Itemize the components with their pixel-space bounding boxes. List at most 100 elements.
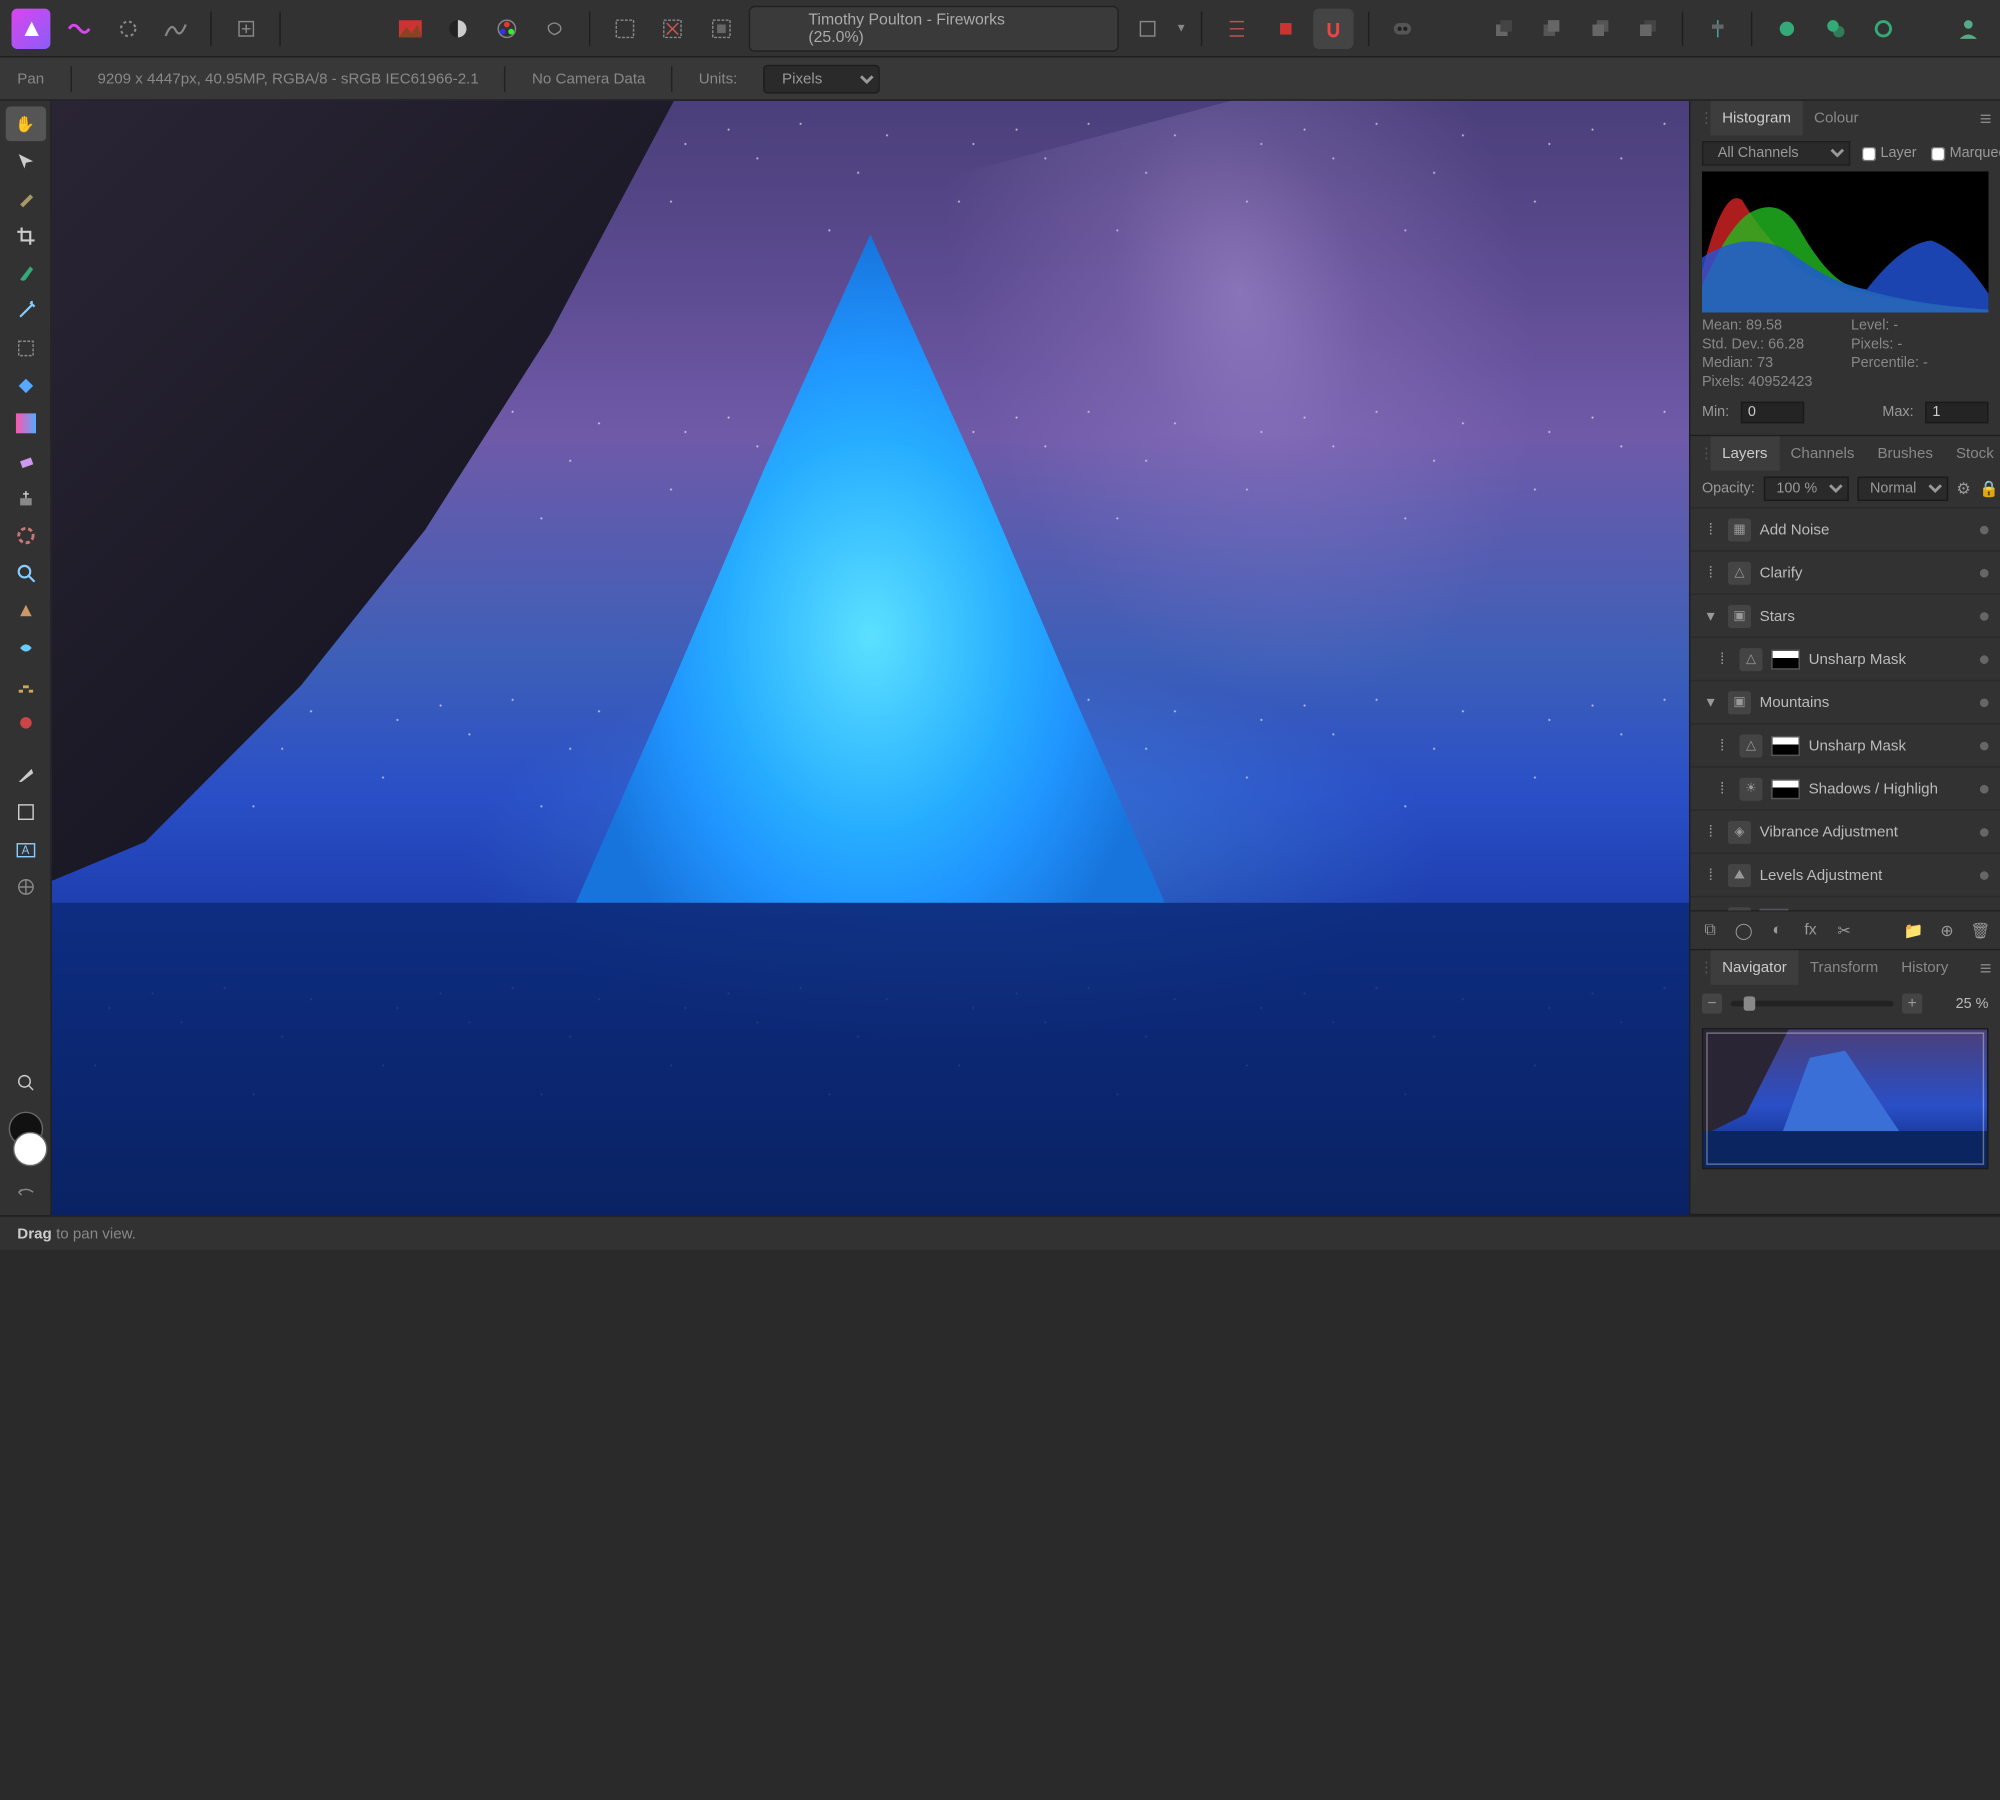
layer-mask-thumbnail[interactable] (1771, 778, 1800, 798)
heal-tool-icon[interactable] (5, 518, 45, 553)
arrange-backward-icon[interactable] (1531, 8, 1571, 48)
tab-histogram[interactable]: Histogram (1711, 101, 1803, 136)
units-select[interactable]: Pixels (763, 64, 880, 93)
layer-row[interactable]: ⁞⛰Levels Adjustment (1690, 852, 2000, 895)
mask-icon[interactable]: ◯ (1733, 917, 1755, 943)
adjustment-icon[interactable]: ◐ (1766, 917, 1788, 943)
tab-brushes[interactable]: Brushes (1866, 436, 1945, 471)
zoom-value[interactable]: 25 % (1931, 996, 1989, 1012)
zoom-in-button[interactable]: + (1902, 994, 1922, 1014)
zoom-out-button[interactable]: − (1702, 994, 1722, 1014)
layer-mask-thumbnail[interactable] (1771, 649, 1800, 669)
mesh-tool-icon[interactable] (5, 870, 45, 905)
layer-row[interactable]: ⁞△Unsharp Mask (1690, 636, 2000, 679)
tab-history[interactable]: History (1890, 950, 1960, 985)
fx-icon[interactable]: fx (1800, 917, 1822, 943)
tab-colour[interactable]: Colour (1803, 101, 1871, 136)
layer-row[interactable]: ⁞☀Shadows / Highligh (1690, 766, 2000, 809)
histogram-marquee-checkbox[interactable]: Marquee (1931, 145, 2000, 161)
quick-mask-icon[interactable] (1127, 8, 1167, 48)
image-mode-icon[interactable] (391, 8, 431, 48)
chevron-down-icon[interactable]: ▾ (1702, 607, 1719, 624)
wand-tool-icon[interactable] (5, 294, 45, 329)
layer-row[interactable]: ⁞△Clarify (1690, 550, 2000, 593)
tab-stock[interactable]: Stock (1944, 436, 2000, 471)
layer-visibility-icon[interactable]: ⁞ (1713, 780, 1730, 797)
layer-lock-icon[interactable]: 🔒 (1979, 479, 1999, 498)
text-tool-icon[interactable]: A (5, 832, 45, 867)
export-persona-icon[interactable] (226, 8, 266, 48)
chevron-down-icon[interactable]: ▾ (1702, 693, 1719, 710)
tab-channels[interactable]: Channels (1779, 436, 1866, 471)
layer-row[interactable]: ⁞△Unsharp Mask (1690, 723, 2000, 766)
assistant-icon[interactable] (1383, 8, 1423, 48)
add-layer-icon[interactable]: ⊕ (1936, 917, 1958, 943)
levels-tool-icon[interactable] (5, 668, 45, 703)
hand-tool-icon[interactable]: ✋ (5, 107, 45, 142)
layer-add-icon[interactable] (1767, 8, 1807, 48)
account-icon[interactable] (1949, 8, 1989, 48)
red-eye-tool-icon[interactable] (5, 706, 45, 741)
arrange-front-icon[interactable] (1628, 8, 1668, 48)
layer-row[interactable]: ⁞▢Panorama (1690, 896, 2000, 910)
opacity-select[interactable]: 100 % (1763, 477, 1848, 501)
gradient-tool-icon[interactable] (5, 406, 45, 441)
panel-drag-icon[interactable]: ⋮⋮ (1699, 960, 1711, 976)
document-title[interactable]: Timothy Poulton - Fireworks (25.0%) (749, 5, 1118, 51)
tab-navigator[interactable]: Navigator (1711, 950, 1799, 985)
navigator-preview[interactable] (1702, 1028, 1989, 1169)
contrast-icon[interactable] (439, 8, 479, 48)
snap-toggle-icon[interactable] (1265, 8, 1305, 48)
layer-visibility-icon[interactable]: ⁞ (1702, 823, 1719, 840)
delete-layer-icon[interactable]: 🗑 (1969, 917, 1991, 943)
app-logo-icon[interactable] (12, 8, 52, 48)
layer-visibility-icon[interactable]: ⁞ (1713, 650, 1730, 667)
persona-develop-icon[interactable] (108, 8, 148, 48)
selection-all-icon[interactable] (605, 8, 645, 48)
selection-deselect-icon[interactable] (653, 8, 693, 48)
flood-fill-tool-icon[interactable] (5, 369, 45, 404)
selection-invert-icon[interactable] (701, 8, 741, 48)
arrange-forward-icon[interactable] (1580, 8, 1620, 48)
arrange-back-icon[interactable] (1483, 8, 1523, 48)
layer-visibility-icon[interactable]: ⁞ (1702, 909, 1719, 910)
layer-link-icon[interactable]: ⧉ (1699, 917, 1721, 943)
min-input[interactable] (1741, 402, 1804, 424)
eraser-tool-icon[interactable] (5, 443, 45, 478)
color-picker-tool-icon[interactable] (5, 1066, 45, 1101)
crop-tool-icon[interactable] (5, 219, 45, 254)
layer-row[interactable]: ⁞◈Vibrance Adjustment (1690, 809, 2000, 852)
layer-mask-thumbnail[interactable] (1771, 735, 1800, 755)
layer-row[interactable]: ▾▣Mountains (1690, 680, 2000, 723)
layer-dup-icon[interactable] (1815, 8, 1855, 48)
swap-colors-icon[interactable] (5, 1175, 45, 1210)
paint-brush-tool-icon[interactable] (5, 256, 45, 291)
smudge-tool-icon[interactable] (5, 631, 45, 666)
layer-visibility-icon[interactable]: ⁞ (1702, 521, 1719, 538)
layer-visibility-icon[interactable]: ⁞ (1702, 866, 1719, 883)
blend-select[interactable]: Normal (1857, 477, 1948, 501)
dropdown-icon[interactable]: ▼ (1176, 22, 1187, 35)
group-icon[interactable]: 📁 (1902, 917, 1924, 943)
tab-layers[interactable]: Layers (1711, 436, 1779, 471)
zoom-tool-icon[interactable] (5, 556, 45, 591)
align-icon[interactable] (1698, 8, 1738, 48)
canvas-viewport[interactable] (52, 101, 1689, 1215)
magnet-snap-icon[interactable] (1314, 8, 1354, 48)
max-input[interactable] (1925, 402, 1988, 424)
dodge-tool-icon[interactable] (5, 593, 45, 628)
lasso-icon[interactable] (535, 8, 575, 48)
tab-transform[interactable]: Transform (1798, 950, 1889, 985)
layer-visibility-icon[interactable]: ⁞ (1702, 564, 1719, 581)
panel-menu-icon[interactable]: ≡ (1971, 956, 2000, 979)
layer-merge-icon[interactable] (1864, 8, 1904, 48)
panel-menu-icon[interactable]: ≡ (1971, 107, 2000, 130)
marquee-tool-icon[interactable] (5, 331, 45, 366)
crop-icon[interactable]: ✂ (1833, 917, 1855, 943)
layer-settings-icon[interactable]: ⚙ (1956, 479, 1970, 498)
histogram-channels-select[interactable]: All Channels (1702, 141, 1850, 165)
foreground-color-swatch[interactable] (12, 1132, 47, 1167)
pen-tool-icon[interactable] (5, 757, 45, 792)
brush-tool-icon[interactable] (5, 181, 45, 216)
clone-tool-icon[interactable] (5, 481, 45, 516)
